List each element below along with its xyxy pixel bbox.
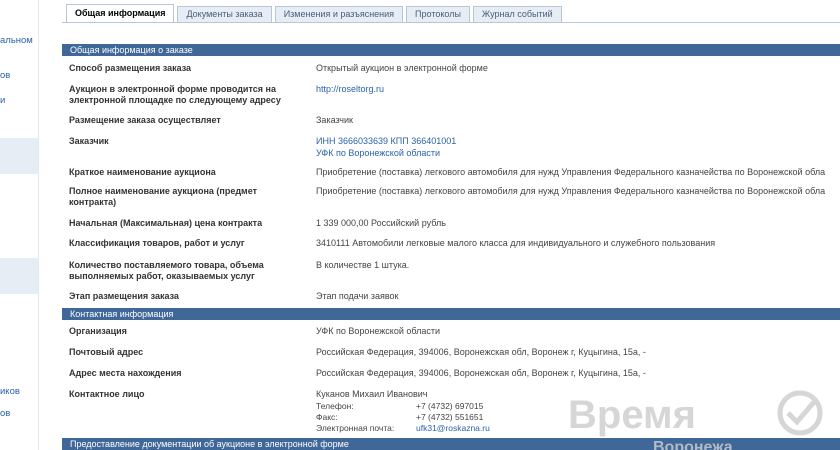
field-label: Контактное лицо xyxy=(69,389,145,399)
field-label: Аукцион в электронной форме проводится н… xyxy=(69,84,281,105)
field-value: В количестве 1 штука. xyxy=(316,260,410,270)
section-header-general: Общая информация о заказе xyxy=(62,44,840,56)
field-value: 3410111 Автомобили легковые малого класс… xyxy=(316,238,716,248)
field-label: Этап размещения заказа xyxy=(69,291,179,301)
tab-changes[interactable]: Изменения и разъяснения xyxy=(274,6,404,23)
field-label: Заказчик xyxy=(69,136,109,146)
field-value: Российская Федерация, 394006, Воронежска… xyxy=(316,347,646,357)
tab-bar: Общая информация Документы заказа Измене… xyxy=(66,4,565,23)
tab-protocols[interactable]: Протоколы xyxy=(406,6,470,23)
field-label: Почтовый адрес xyxy=(69,347,144,357)
field-label: Полное наименование аукциона (предмет ко… xyxy=(69,186,257,207)
sidebar-link-4[interactable]: иков xyxy=(0,386,20,397)
phone-value: +7 (4732) 697015 xyxy=(416,401,484,411)
email-link[interactable]: ufk31@roskazna.ru xyxy=(416,423,490,433)
tab-general-info[interactable]: Общая информация xyxy=(66,4,175,23)
field-value: Приобретение (поставка) легкового автомо… xyxy=(316,186,826,196)
sidebar-link-1[interactable]: альном xyxy=(0,35,33,46)
field-label: Начальная (Максимальная) цена контракта xyxy=(69,218,263,228)
customer-name-link[interactable]: УФК по Воронежской области xyxy=(316,148,440,158)
fax-key: Факс: xyxy=(316,412,338,422)
field-value: УФК по Воронежской области xyxy=(316,326,441,336)
email-line: Электронная почта: ufk31@roskazna.ru xyxy=(316,423,490,433)
sidebar-block xyxy=(0,138,38,174)
sidebar-block xyxy=(0,258,38,294)
sidebar-link-5[interactable]: ов xyxy=(0,408,10,419)
email-key: Электронная почта: xyxy=(316,423,395,433)
fax-value: +7 (4732) 551651 xyxy=(416,412,484,422)
watermark-logo: Время Воронежа xyxy=(568,390,823,450)
field-label: Способ размещения заказа xyxy=(69,63,192,73)
sidebar-link-3[interactable]: и xyxy=(0,95,5,106)
phone-line: Телефон: +7 (4732) 697015 xyxy=(316,401,483,411)
field-label: Организация xyxy=(69,326,127,336)
customer-inn-link[interactable]: ИНН 3666033639 КПП 366401001 xyxy=(316,136,456,146)
check-circle-icon xyxy=(777,390,823,436)
section-header-contact: Контактная информация xyxy=(62,308,840,320)
field-value: 1 339 000,00 Российский рубль xyxy=(316,218,446,228)
field-label: Краткое наименование аукциона xyxy=(69,167,216,177)
phone-key: Телефон: xyxy=(316,401,354,411)
left-sidebar: альном ов и иков ов xyxy=(0,0,39,450)
field-value: Заказчик xyxy=(316,115,353,125)
field-label: Адрес места нахождения xyxy=(69,368,182,378)
fax-line: Факс: +7 (4732) 551651 xyxy=(316,412,483,422)
main-content: Общая информация Документы заказа Измене… xyxy=(62,0,840,450)
platform-link[interactable]: http://roseltorg.ru xyxy=(316,84,384,94)
tab-event-log[interactable]: Журнал событий xyxy=(472,6,562,23)
watermark-subtext: Воронежа xyxy=(653,439,733,450)
tab-divider xyxy=(62,22,840,23)
field-label: Классификация товаров, работ и услуг xyxy=(69,238,245,248)
tab-order-documents[interactable]: Документы заказа xyxy=(177,6,272,23)
field-value: Этап подачи заявок xyxy=(316,291,399,301)
watermark-text: Время xyxy=(568,393,696,437)
sidebar-link-2[interactable]: ов xyxy=(0,70,10,81)
field-value: Открытый аукцион в электронной форме xyxy=(316,63,488,73)
field-label: Количество поставляемого товара, объема … xyxy=(69,260,264,281)
field-value: Приобретение (поставка) легкового автомо… xyxy=(316,167,826,177)
field-value: Российская Федерация, 394006, Воронежска… xyxy=(316,368,646,378)
field-label: Размещение заказа осуществляет xyxy=(69,115,221,125)
